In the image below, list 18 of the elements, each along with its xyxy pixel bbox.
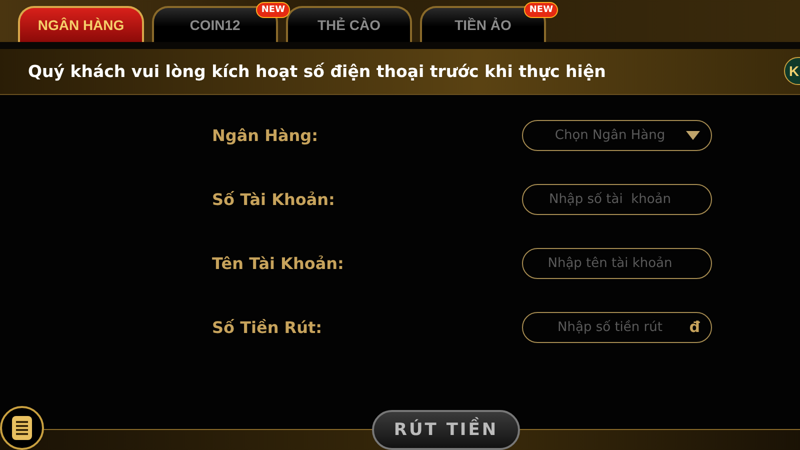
notice-text: Quý khách vui lòng kích hoạt số điện thoại trước khi thực hiện [28, 62, 606, 81]
withdraw-button[interactable]: RÚT TIỀN [372, 410, 520, 450]
side-button[interactable]: K [784, 57, 800, 85]
field-label: Số Tiền Rút: [212, 318, 322, 337]
field-label: Tên Tài Khoản: [212, 254, 344, 273]
field-label: Ngân Hàng: [212, 126, 318, 145]
input-field[interactable]: Nhập tên tài khoản [522, 248, 712, 279]
caret-icon [686, 131, 700, 140]
new-badge: NEW [524, 2, 558, 18]
tab[interactable]: NGÂN HÀNG [18, 6, 144, 42]
currency-sign: đ [689, 318, 700, 336]
bank-select[interactable]: Chọn Ngân Hàng [522, 120, 712, 151]
field-label: Số Tài Khoản: [212, 190, 335, 209]
new-badge: NEW [256, 2, 290, 18]
notes-icon [11, 415, 33, 441]
input-field[interactable]: Nhập số tài khoản [522, 184, 712, 215]
menu-button[interactable] [0, 406, 44, 450]
tab[interactable]: THẺ CÀO [286, 6, 412, 42]
